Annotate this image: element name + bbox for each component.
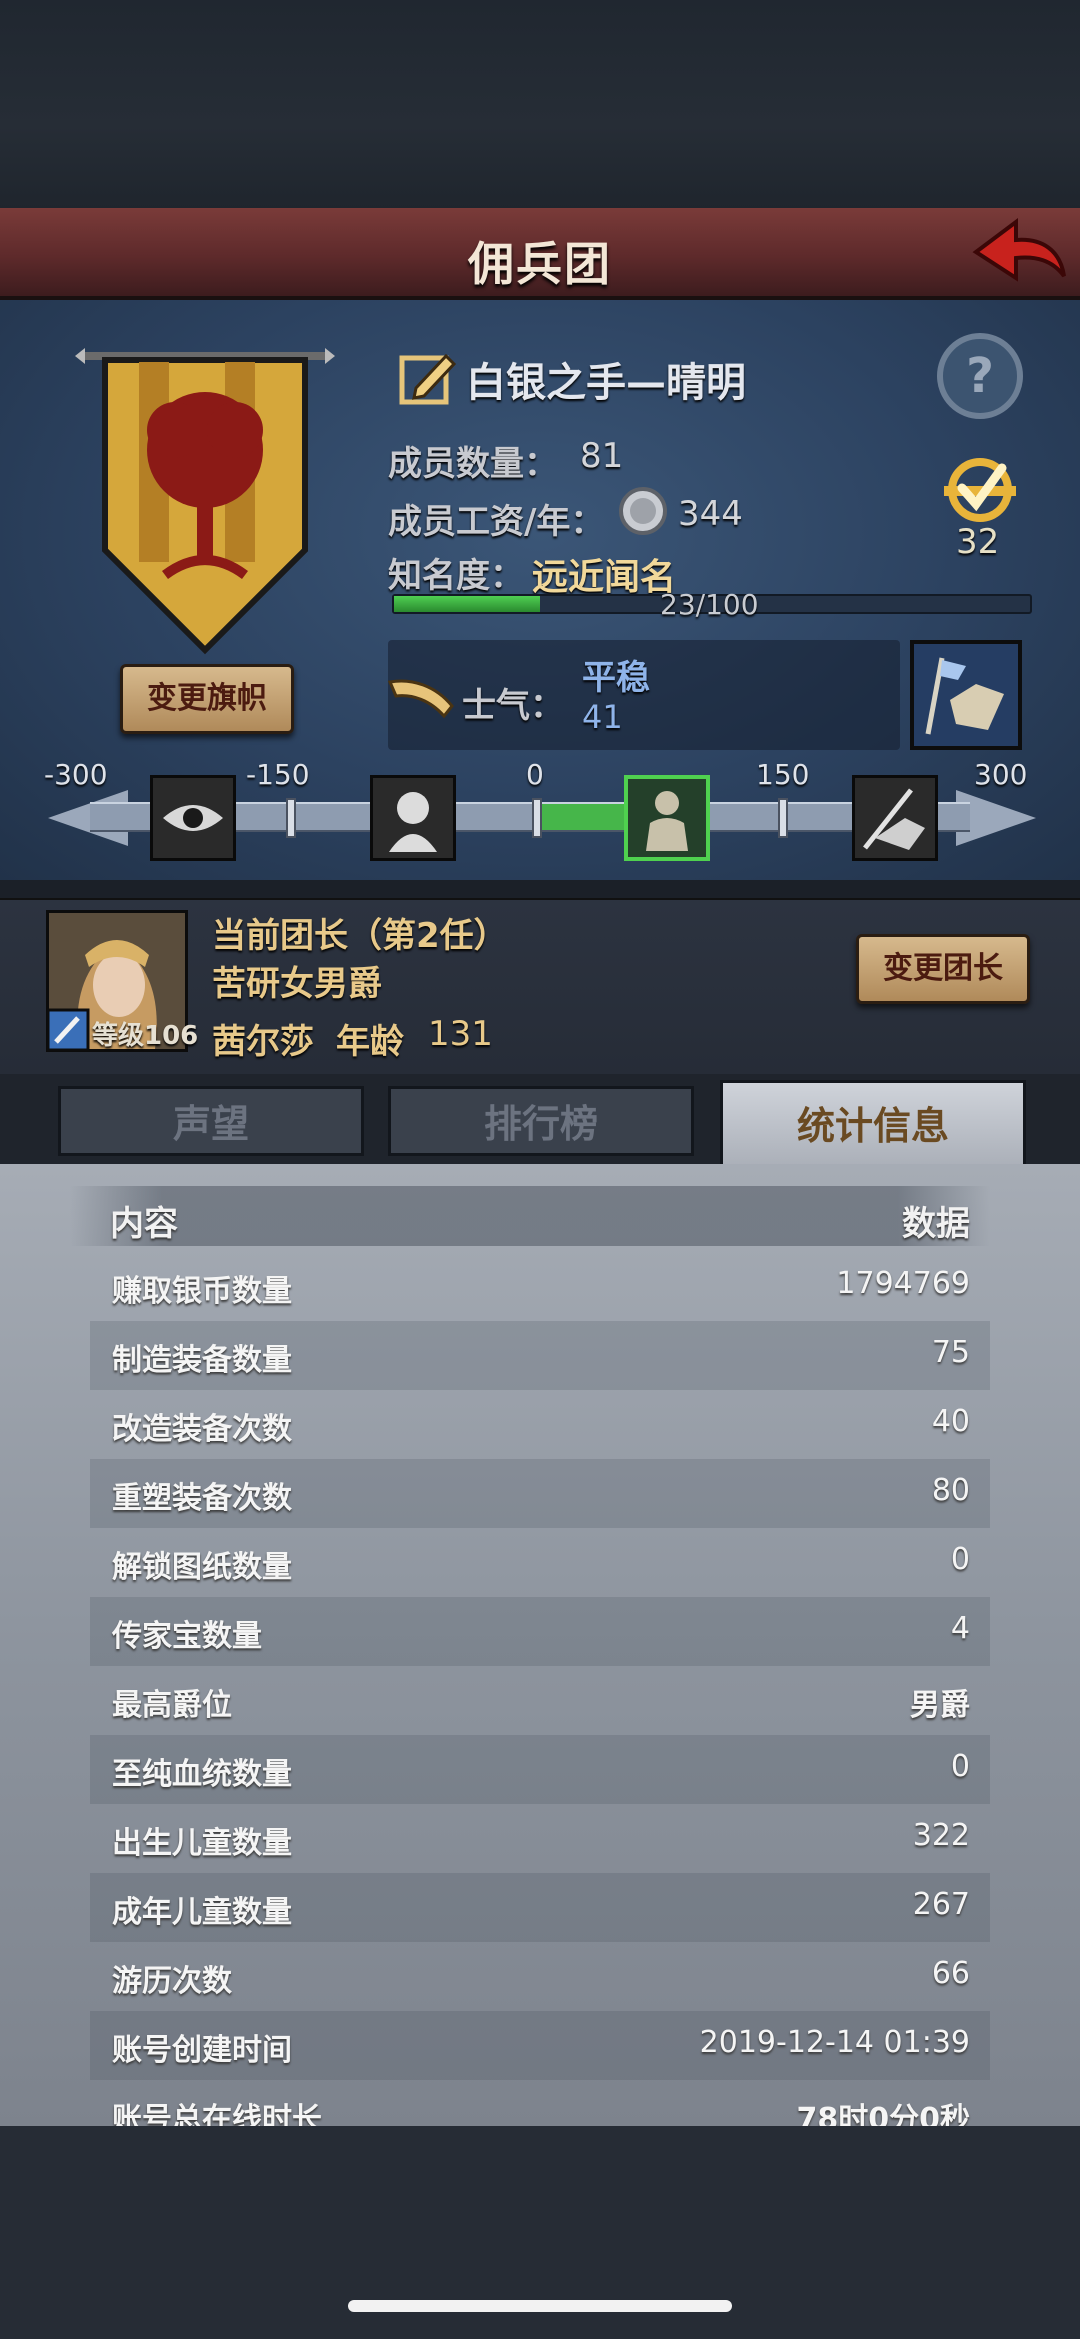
row-label: 赚取银币数量 [112, 1274, 292, 1309]
fame-value: 远近闻名 [532, 557, 677, 598]
morale-flag-icon[interactable] [910, 640, 1022, 750]
row-label: 账号创建时间 [112, 2033, 292, 2068]
row-value: 0 [950, 1542, 970, 1577]
row-value: 66 [931, 1956, 970, 1991]
scale-tick [532, 798, 542, 838]
morale-state: 平稳 [582, 658, 650, 698]
morale-charge-icon[interactable] [852, 775, 938, 861]
help-icon[interactable]: ? [934, 330, 1026, 422]
horn-icon [386, 668, 458, 724]
fame-progress-fill [394, 596, 541, 612]
status-bar-area [0, 0, 1080, 210]
scale-label-neg150: -150 [246, 758, 310, 791]
tab-statistics[interactable]: 统计信息 [720, 1080, 1026, 1172]
row-value: 1794769 [836, 1266, 970, 1301]
table-row: 最高爵位 男爵 [90, 1666, 990, 1735]
table-row: 至纯血统数量 0 [90, 1735, 990, 1804]
table-row: 传家宝数量 4 [90, 1597, 990, 1666]
scale-label-0: 0 [526, 758, 544, 791]
leader-level: 等级106 [92, 1021, 199, 1051]
guild-name: 白银之手—晴明 [466, 360, 746, 406]
silver-coin-icon [618, 486, 668, 536]
row-label: 重塑装备次数 [112, 1481, 292, 1516]
morale-eye-icon[interactable] [150, 775, 236, 861]
table-row: 改造装备次数 40 [90, 1390, 990, 1459]
salary-label: 成员工资/年： [388, 502, 605, 542]
scale-tick [778, 798, 788, 838]
row-value: 0 [950, 1749, 970, 1784]
table-row: 解锁图纸数量 0 [90, 1528, 990, 1597]
leader-name: 茜尔莎 [212, 1022, 314, 1062]
tab-reputation[interactable]: 声望 [58, 1086, 364, 1156]
morale-label: 士气： [462, 686, 564, 726]
fame-label: 知名度： [388, 556, 524, 596]
guild-banner-image [75, 340, 335, 660]
morale-despair-icon[interactable] [370, 775, 456, 861]
fame-progress-text: 23/100 [660, 588, 759, 621]
row-label: 至纯血统数量 [112, 1757, 292, 1792]
page-title: 佣兵团 [468, 237, 612, 291]
row-value: 75 [931, 1335, 970, 1370]
title-bar: 佣兵团 [0, 208, 1080, 300]
scale-label-150: 150 [756, 758, 810, 791]
row-label: 传家宝数量 [112, 1619, 262, 1654]
leader-age-label: 年龄 [336, 1022, 404, 1062]
row-label: 制造装备数量 [112, 1343, 292, 1378]
morale-stable-icon[interactable] [624, 775, 710, 861]
row-label: 最高爵位 [112, 1688, 232, 1723]
salary-value: 344 [678, 494, 743, 534]
table-row: 游历次数 66 [90, 1942, 990, 2011]
row-label: 成年儿童数量 [112, 1895, 292, 1930]
row-label: 解锁图纸数量 [112, 1550, 292, 1585]
row-label: 游历次数 [112, 1964, 232, 1999]
edit-name-icon[interactable] [396, 348, 460, 408]
row-value: 40 [931, 1404, 970, 1439]
members-value: 81 [580, 436, 624, 476]
change-banner-button[interactable]: 变更旗帜 [120, 664, 294, 734]
change-leader-button[interactable]: 变更团长 [856, 934, 1030, 1004]
leader-title: 当前团长（第2任） [212, 916, 508, 956]
scale-label-neg300: -300 [44, 758, 108, 791]
row-value: 男爵 [910, 1688, 970, 1723]
rank-number: 32 [956, 522, 1000, 562]
table-row: 成年儿童数量 267 [90, 1873, 990, 1942]
row-label: 出生儿童数量 [112, 1826, 292, 1861]
members-label: 成员数量： [388, 444, 558, 484]
morale-value: 41 [582, 698, 623, 736]
scale-tick [286, 798, 296, 838]
statistics-header-row [70, 1186, 990, 1246]
column-header-content: 内容 [110, 1204, 178, 1244]
row-value: 322 [912, 1818, 970, 1853]
leader-age: 131 [428, 1014, 493, 1054]
row-label: 改造装备次数 [112, 1412, 292, 1447]
row-value: 267 [912, 1887, 970, 1922]
scale-label-300: 300 [974, 758, 1028, 791]
leader-honor: 苦研女男爵 [212, 964, 382, 1004]
row-value: 80 [931, 1473, 970, 1508]
table-row: 出生儿童数量 322 [90, 1804, 990, 1873]
row-value: 2019-12-14 01:39 [699, 2025, 970, 2060]
row-value: 4 [950, 1611, 970, 1646]
table-row: 赚取银币数量 1794769 [90, 1252, 990, 1321]
column-header-data: 数据 [902, 1204, 970, 1244]
svg-text:?: ? [966, 348, 994, 404]
tab-leaderboard[interactable]: 排行榜 [388, 1086, 694, 1156]
back-arrow-icon[interactable] [968, 212, 1068, 292]
table-row: 重塑装备次数 80 [90, 1459, 990, 1528]
home-indicator[interactable] [348, 2300, 732, 2312]
table-row: 制造装备数量 75 [90, 1321, 990, 1390]
table-row: 账号创建时间 2019-12-14 01:39 [90, 2011, 990, 2080]
